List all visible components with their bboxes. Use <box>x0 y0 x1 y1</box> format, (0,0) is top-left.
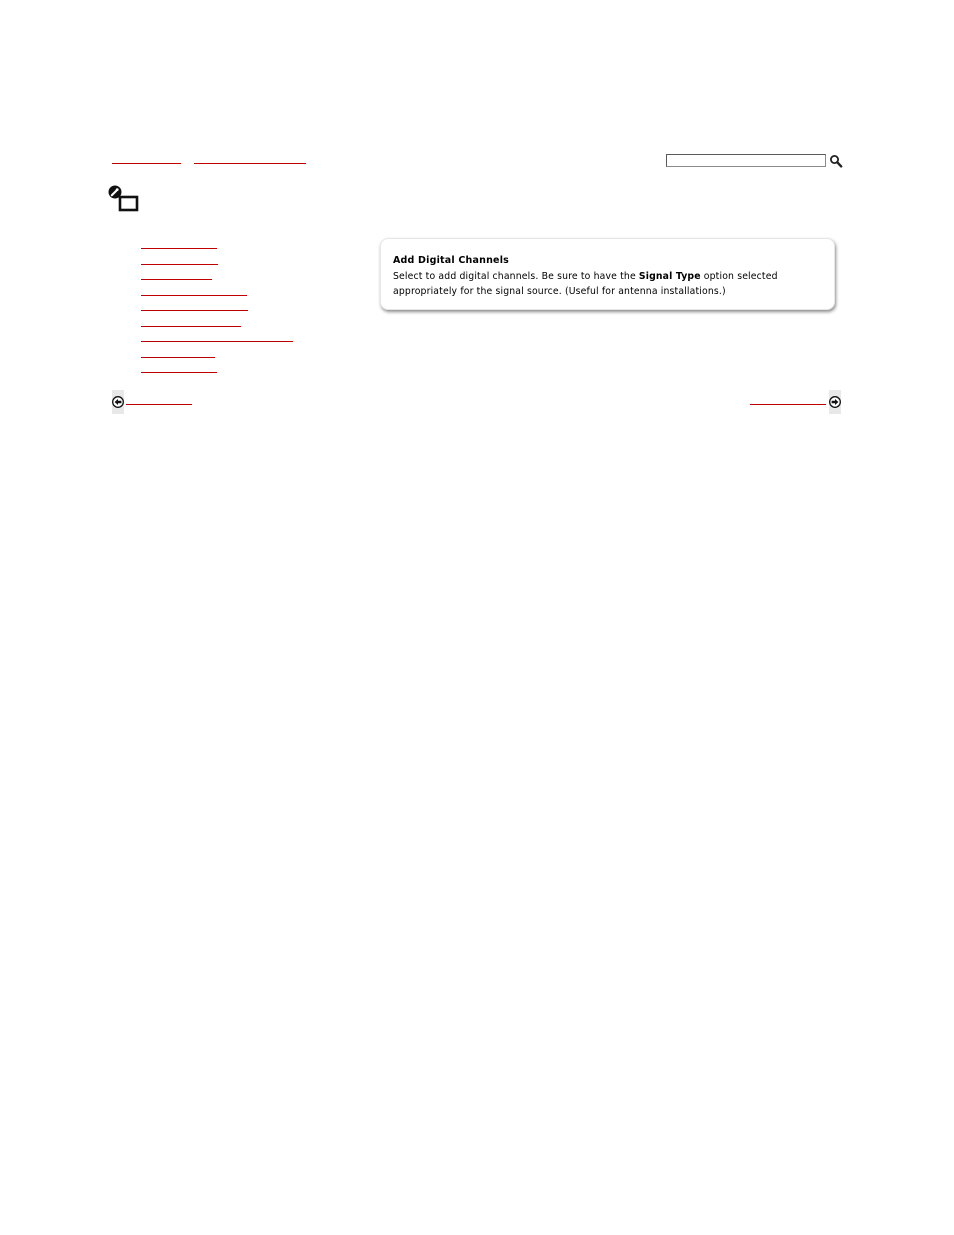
search-button[interactable] <box>829 153 843 168</box>
nav-item[interactable] <box>141 356 215 358</box>
help-box: Add Digital Channels Select to add digit… <box>380 238 835 310</box>
nav-item[interactable] <box>141 310 248 311</box>
magnifier-icon <box>830 155 843 168</box>
breadcrumb-link-2[interactable] <box>194 163 306 164</box>
nav-item[interactable] <box>141 341 293 342</box>
nav-list <box>141 248 293 388</box>
help-text-part-1: Select to add digital channels. Be sure … <box>393 271 639 282</box>
next-button[interactable] <box>829 390 841 414</box>
help-text-bold: Signal Type <box>638 271 701 282</box>
previous-button[interactable] <box>112 390 124 414</box>
help-text: Select to add digital channels. Be sure … <box>393 269 823 299</box>
next-link[interactable] <box>750 404 826 405</box>
help-title: Add Digital Channels <box>393 255 510 266</box>
previous-link[interactable] <box>126 404 192 405</box>
nav-item[interactable] <box>141 372 217 373</box>
nav-item[interactable] <box>141 325 241 327</box>
nav-item[interactable] <box>141 248 217 249</box>
nav-item[interactable] <box>141 279 212 280</box>
nav-item[interactable] <box>141 263 218 265</box>
arrow-left-icon <box>112 396 124 408</box>
search-input[interactable] <box>666 154 826 167</box>
breadcrumb-link-1[interactable] <box>112 163 181 164</box>
settings-wrench-screen-icon <box>107 185 139 213</box>
nav-item[interactable] <box>141 294 247 296</box>
arrow-right-icon <box>829 396 841 408</box>
